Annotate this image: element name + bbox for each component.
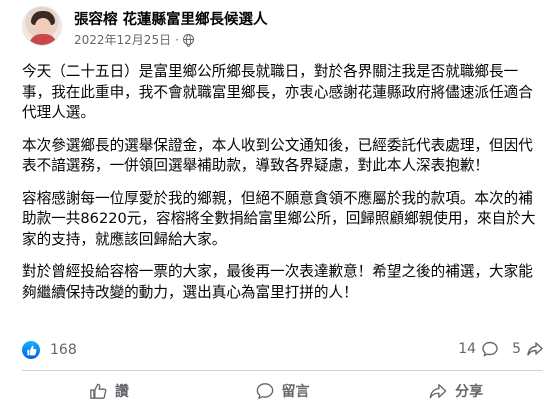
post-paragraph: 對於曾經投給容榕一票的大家，最後再一次表達歉意！希望之後的補選，大家能夠繼續保持… — [22, 263, 533, 301]
share-count[interactable]: 5 — [512, 341, 521, 357]
post-paragraph: 本次參選鄉長的選舉保證金，本人收到公文通知後，已經委託代表處理，但因代表不諳選務… — [22, 136, 533, 175]
share-icon — [527, 342, 543, 356]
comment-icon — [482, 341, 498, 357]
avatar-face — [35, 18, 51, 35]
comment-count[interactable]: 14 — [458, 341, 476, 357]
like-reaction-icon[interactable] — [22, 341, 40, 359]
thumbs-up-icon — [89, 383, 107, 399]
comment-bubble-icon — [256, 382, 273, 399]
post-actions: 讚 留言 分享 — [22, 374, 543, 407]
post-meta: 2022年12月25日 · — [74, 31, 194, 48]
comment-button-label: 留言 — [281, 383, 310, 400]
author-name[interactable]: 張容榕 花蓮縣富里鄉長候選人 — [74, 8, 268, 29]
avatar-body — [29, 34, 57, 45]
post-paragraph: 今天（二十五日）是富里鄉公所鄉長就職日，對於各界關注我是否就職鄉長一事，我在此重… — [22, 63, 533, 121]
comment-button[interactable]: 留言 — [196, 374, 370, 407]
share-button[interactable]: 分享 — [369, 374, 543, 407]
globe-icon — [182, 34, 194, 47]
share-button-label: 分享 — [455, 383, 484, 400]
post-stats: 168 14 5 — [22, 336, 543, 364]
engagement-counts: 14 5 — [458, 341, 543, 357]
like-button[interactable]: 讚 — [22, 374, 196, 407]
post-header: 張容榕 花蓮縣富里鄉長候選人 2022年12月25日 · — [22, 4, 543, 52]
post-content: 今天（二十五日）是富里鄉公所鄉長就職日，對於各界關注我是否就職鄉長一事，我在此重… — [22, 62, 544, 315]
actions-divider — [22, 370, 543, 371]
like-button-label: 讚 — [114, 383, 129, 400]
share-arrow-icon — [429, 383, 447, 398]
like-count[interactable]: 168 — [50, 342, 77, 358]
author-avatar[interactable] — [22, 6, 62, 46]
post-paragraph: 容榕感謝每一位厚愛於我的鄉親，但絕不願意貪領不應屬於我的款項。本次的補助款一共8… — [22, 189, 536, 248]
post-date[interactable]: 2022年12月25日 — [74, 31, 171, 48]
